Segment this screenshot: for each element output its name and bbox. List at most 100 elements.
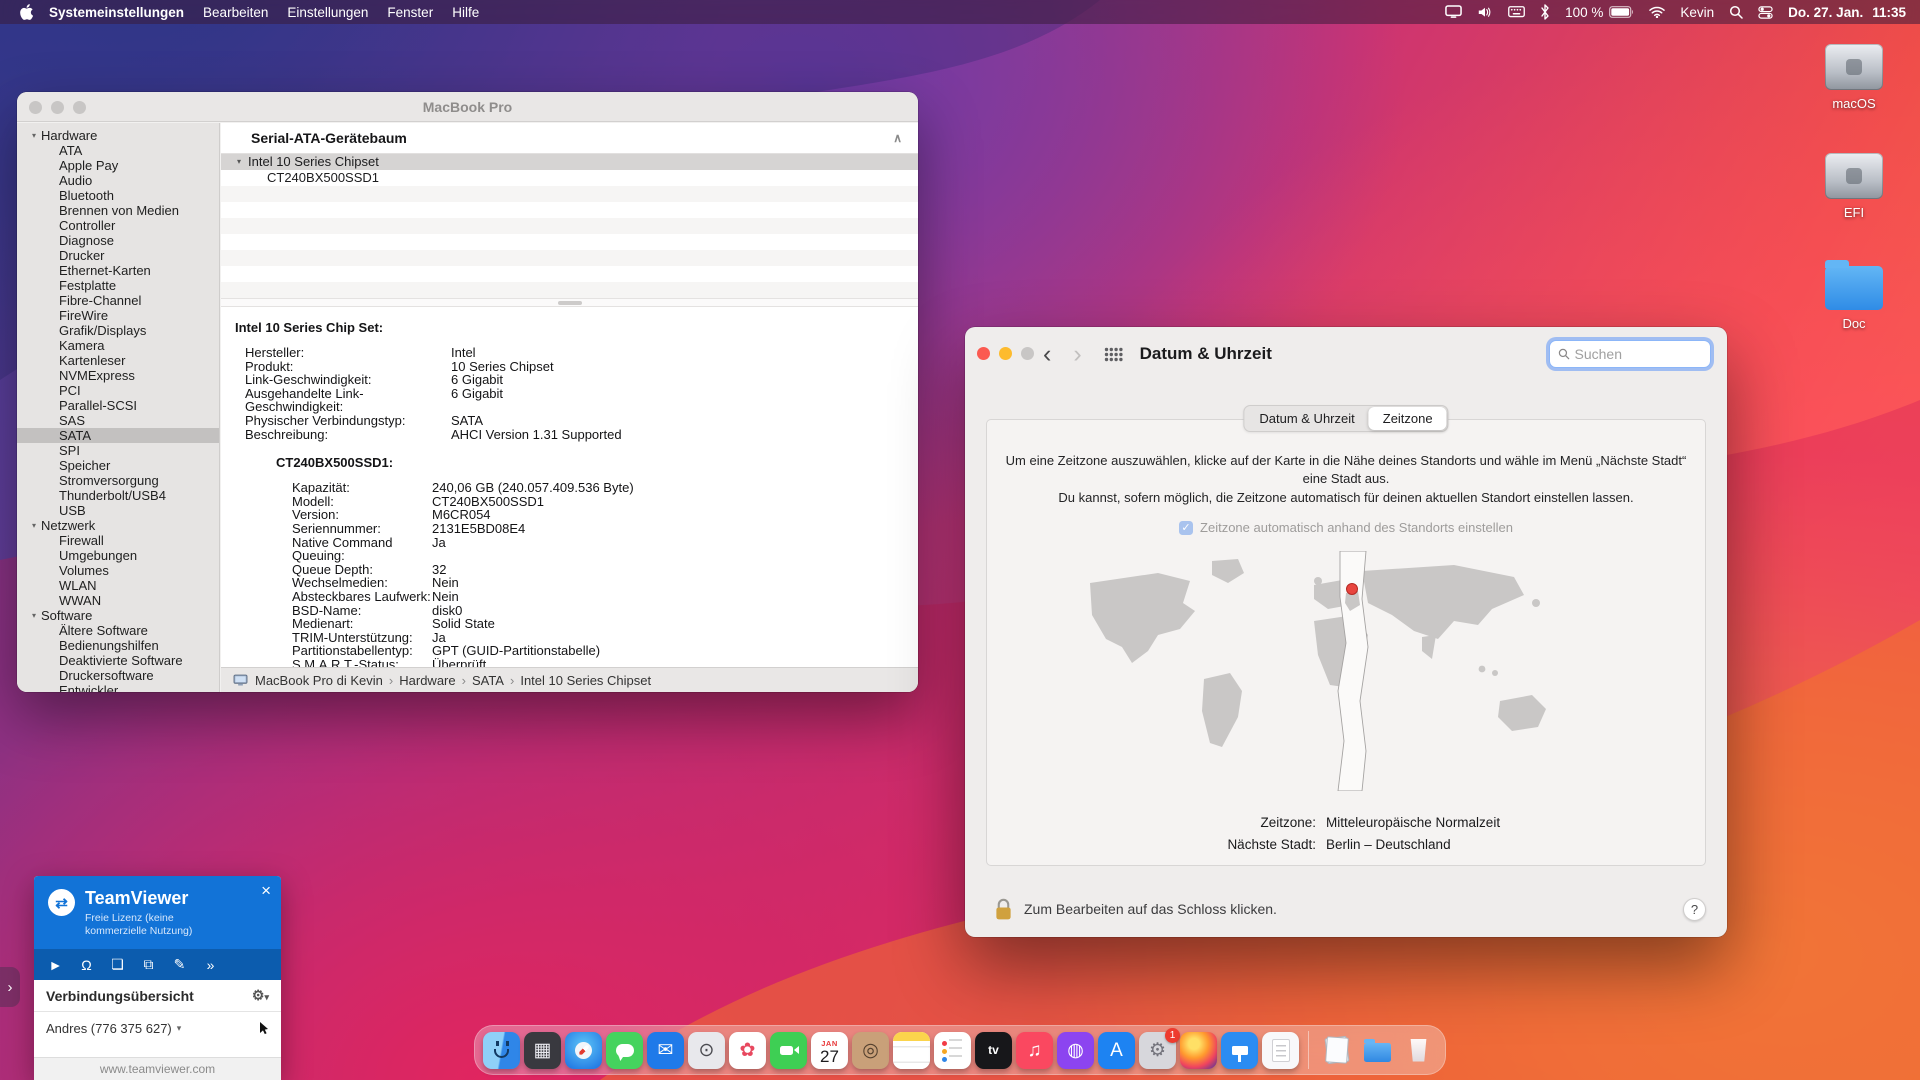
disclosure-triangle-icon[interactable]: ▾	[32, 518, 36, 533]
dock-photo-booth-icon[interactable]: ◎	[852, 1032, 889, 1069]
sidebar-item-usb[interactable]: USB	[17, 503, 219, 518]
minimize-window-button[interactable]	[51, 101, 64, 114]
bluetooth-icon[interactable]	[1540, 4, 1550, 20]
sidebar-item-drucker[interactable]: Drucker	[17, 248, 219, 263]
sidebar-item-firewall[interactable]: Firewall	[17, 533, 219, 548]
menu-clock[interactable]: Do. 27. Jan. 11:35	[1788, 5, 1906, 20]
wifi-icon[interactable]	[1649, 6, 1665, 18]
tv-more-icon[interactable]: »	[195, 957, 226, 973]
sidebar-item-controller[interactable]: Controller	[17, 218, 219, 233]
dock-trash-icon[interactable]	[1400, 1032, 1437, 1069]
tv-chat-icon[interactable]: ❏	[102, 956, 133, 973]
close-window-button[interactable]	[977, 347, 990, 360]
sidebar-item-firewire[interactable]: FireWire	[17, 308, 219, 323]
sidebar-item-entwickler[interactable]: Entwickler	[17, 683, 219, 692]
dock-reminders-icon[interactable]	[934, 1032, 971, 1069]
tv-video-icon[interactable]: ►	[40, 957, 71, 973]
sidebar-section-software[interactable]: ▾Software	[17, 608, 219, 623]
dock-finder-icon[interactable]	[483, 1032, 520, 1069]
dock-safari-icon[interactable]	[565, 1032, 602, 1069]
disclosure-triangle-icon[interactable]: ▾	[32, 128, 36, 143]
sidebar-item-wwan[interactable]: WWAN	[17, 593, 219, 608]
dock-notes-icon[interactable]	[893, 1032, 930, 1069]
apple-menu-icon[interactable]	[20, 4, 33, 20]
teamviewer-edge-tab[interactable]: ›	[0, 967, 20, 1007]
menu-fenster[interactable]: Fenster	[387, 5, 433, 20]
menu-einstellungen[interactable]: Einstellungen	[287, 5, 368, 20]
sidebar-item-festplatte[interactable]: Festplatte	[17, 278, 219, 293]
sidebar-item-spi[interactable]: SPI	[17, 443, 219, 458]
display-mirroring-icon[interactable]	[1445, 5, 1462, 18]
dock-firefox-icon[interactable]	[1180, 1032, 1217, 1069]
sidebar-item-parallel-scsi[interactable]: Parallel-SCSI	[17, 398, 219, 413]
close-window-button[interactable]	[29, 101, 42, 114]
tree-item-chipset[interactable]: ▾ Intel 10 Series Chipset	[221, 154, 918, 170]
keyboard-icon[interactable]	[1508, 6, 1525, 17]
dock-messages-icon[interactable]	[606, 1032, 643, 1069]
dock-documents-stack-icon[interactable]	[1318, 1032, 1355, 1069]
volume-icon[interactable]	[1477, 6, 1493, 18]
desktop-icon-doc[interactable]: Doc	[1808, 262, 1900, 331]
sidebar-item-deaktivierte-software[interactable]: Deaktivierte Software	[17, 653, 219, 668]
dock-downloads-folder-icon[interactable]	[1359, 1032, 1396, 1069]
zoom-window-button[interactable]	[1021, 347, 1034, 360]
dock-calendar-icon[interactable]: JAN27	[811, 1032, 848, 1069]
sidebar-item-bedienungshilfen[interactable]: Bedienungshilfen	[17, 638, 219, 653]
status-path-item[interactable]: SATA	[472, 673, 504, 688]
close-icon[interactable]: ×	[261, 882, 271, 899]
menu-bearbeiten[interactable]: Bearbeiten	[203, 5, 268, 20]
lock-icon[interactable]	[994, 897, 1013, 922]
status-path-item[interactable]: MacBook Pro di Kevin	[255, 673, 383, 688]
user-menu[interactable]: Kevin	[1680, 5, 1714, 20]
teamviewer-footer[interactable]: www.teamviewer.com	[34, 1057, 281, 1080]
back-button[interactable]: ‹	[1043, 342, 1051, 367]
sidebar-section-netzwerk[interactable]: ▾Netzwerk	[17, 518, 219, 533]
sidebar-item-thunderbolt-usb4[interactable]: Thunderbolt/USB4	[17, 488, 219, 503]
dock-launchpad-icon[interactable]: ▦	[524, 1032, 561, 1069]
sidebar-item-fibre-channel[interactable]: Fibre-Channel	[17, 293, 219, 308]
sidebar-item-brennen-von-medien[interactable]: Brennen von Medien	[17, 203, 219, 218]
battery-status[interactable]: 100 %	[1565, 5, 1634, 20]
sidebar-item-kartenleser[interactable]: Kartenleser	[17, 353, 219, 368]
sidebar-item-stromversorgung[interactable]: Stromversorgung	[17, 473, 219, 488]
dock-texteditor-icon[interactable]	[1262, 1032, 1299, 1069]
world-map[interactable]	[1062, 551, 1630, 791]
sidebar-item-grafik-displays[interactable]: Grafik/Displays	[17, 323, 219, 338]
desktop-icon-efi[interactable]: EFI	[1808, 153, 1900, 220]
status-path-item[interactable]: Intel 10 Series Chipset	[520, 673, 651, 688]
sata-device-tree-header[interactable]: Serial-ATA-Gerätebaum ∧	[221, 123, 918, 154]
menu-hilfe[interactable]: Hilfe	[452, 5, 479, 20]
tree-item-disk[interactable]: CT240BX500SSD1	[221, 170, 918, 186]
dock-mail-icon[interactable]: ✉	[647, 1032, 684, 1069]
disclosure-triangle-icon[interactable]: ▾	[237, 154, 241, 170]
tab-zeitzone[interactable]: Zeitzone	[1369, 407, 1447, 430]
auto-timezone-checkbox[interactable]: ✓	[1179, 521, 1193, 535]
sidebar-item-sas[interactable]: SAS	[17, 413, 219, 428]
search-input[interactable]	[1575, 346, 1702, 362]
pane-splitter[interactable]	[221, 298, 918, 307]
search-field[interactable]	[1549, 340, 1711, 368]
desktop-icon-macos[interactable]: macOS	[1808, 44, 1900, 111]
collapse-chevron-icon[interactable]: ∧	[893, 131, 902, 145]
sidebar-item-druckersoftware[interactable]: Druckersoftware	[17, 668, 219, 683]
dock-keynote-icon[interactable]	[1221, 1032, 1258, 1069]
dock-app-store-icon[interactable]: A	[1098, 1032, 1135, 1069]
tv-whiteboard-icon[interactable]: ✎	[164, 956, 195, 973]
sysinfo-titlebar[interactable]: MacBook Pro	[17, 92, 918, 122]
dock-system-preferences-icon[interactable]: ⚙1	[1139, 1032, 1176, 1069]
sidebar-item-umgebungen[interactable]: Umgebungen	[17, 548, 219, 563]
connection-overview-row[interactable]: Verbindungsübersicht ⚙▾	[34, 980, 281, 1012]
sidebar-item-ethernet-karten[interactable]: Ethernet-Karten	[17, 263, 219, 278]
forward-button[interactable]: ›	[1073, 342, 1081, 367]
dock-tv-icon[interactable]: tv	[975, 1032, 1012, 1069]
dock-podcasts-icon[interactable]: ◍	[1057, 1032, 1094, 1069]
gear-icon[interactable]: ⚙▾	[252, 987, 269, 1004]
sidebar-item-audio[interactable]: Audio	[17, 173, 219, 188]
control-center-icon[interactable]	[1758, 5, 1773, 20]
status-path-item[interactable]: Hardware	[399, 673, 455, 688]
city-value[interactable]: Berlin – Deutschland	[1326, 837, 1676, 852]
help-button[interactable]: ?	[1683, 898, 1706, 921]
datetime-toolbar[interactable]: ‹ › Datum & Uhrzeit	[965, 327, 1727, 381]
sidebar-item-apple-pay[interactable]: Apple Pay	[17, 158, 219, 173]
dock-photos-icon[interactable]: ✿	[729, 1032, 766, 1069]
